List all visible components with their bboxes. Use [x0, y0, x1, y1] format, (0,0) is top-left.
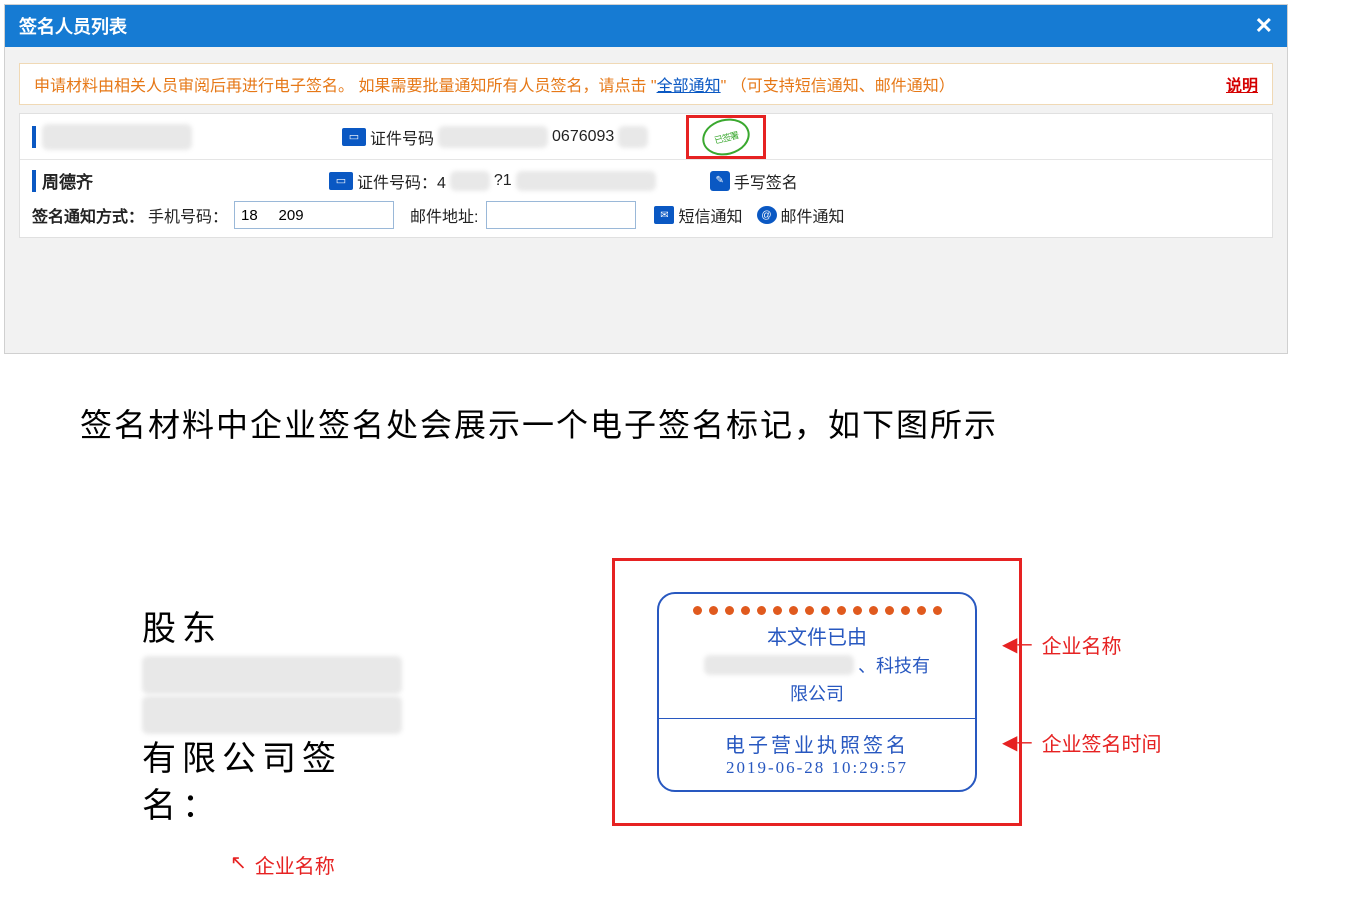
row-indicator — [32, 170, 36, 192]
stamp-bottom: 电子营业执照签名 2019-06-28 10:29:57 — [659, 719, 975, 790]
signed-stamp-highlight: 已签署 — [686, 115, 766, 159]
shareholder-block: 股东 有限公司签 名： — [142, 606, 402, 831]
signer-row: 周德齐 ▭ 证件号码：4 ?1 ✎ 手写签名 — [20, 160, 1272, 237]
row-indicator — [32, 126, 36, 148]
callout-company-name: ◀─ 企业名称 — [1002, 630, 1122, 659]
id-redacted-tail — [618, 126, 648, 148]
shareholder-line: 名： — [142, 783, 402, 831]
id-fragment: ?1 — [494, 172, 512, 190]
notify-label: 签名通知方式： — [32, 203, 144, 227]
signature-list-dialog: 签名人员列表 ✕ 申请材料由相关人员审阅后再进行电子签名。 如果需要批量通知所有… — [4, 4, 1288, 354]
callout-company-name: ↖ 企业名称 — [230, 850, 335, 879]
company-name-redacted — [142, 696, 402, 734]
close-icon[interactable]: ✕ — [1255, 15, 1273, 37]
arrow-icon: ◀─ — [1002, 632, 1032, 657]
id-label: 证件号码 — [370, 125, 434, 149]
mail-icon: @ — [757, 206, 777, 224]
shareholder-line: 股东 — [142, 606, 402, 654]
signer-row: ▭ 证件号码 0676093 已签署 — [20, 114, 1272, 160]
callout-sign-time: ◀─ 企业签名时间 — [1002, 728, 1162, 757]
phone-label: 手机号码： — [148, 203, 228, 227]
stamp-sig-label: 电子营业执照签名 — [659, 729, 975, 758]
id-label: 证件号码：4 — [357, 169, 446, 193]
shareholder-line: 有限公司签 — [142, 736, 402, 784]
hand-sign-icon: ✎ — [710, 171, 730, 191]
signer-name-redacted — [42, 124, 192, 150]
stamp-figure-highlight: 本文件已由 、科技有 限公司 电子营业执照签名 2019-06-28 10:29… — [612, 558, 1022, 826]
callout-label: 企业名称 — [255, 850, 335, 879]
notice-bar: 申请材料由相关人员审阅后再进行电子签名。 如果需要批量通知所有人员签名，请点击 … — [19, 63, 1273, 105]
signed-stamp-icon: 已签署 — [699, 113, 754, 160]
id-redacted — [438, 126, 548, 148]
hand-sign-link[interactable]: 手写签名 — [734, 169, 798, 193]
mail-notify-link[interactable]: 邮件通知 — [781, 203, 845, 227]
id-fragment: 0676093 — [552, 128, 614, 146]
company-suffix: 限公司 — [659, 680, 975, 706]
stamp-heading: 本文件已由 — [659, 621, 975, 650]
company-name-redacted — [704, 655, 854, 675]
arrow-icon: ↖ — [230, 850, 247, 875]
help-link[interactable]: 说明 — [1226, 72, 1258, 96]
phone-input[interactable] — [234, 201, 394, 229]
company-tail: 、科技有 — [858, 652, 930, 678]
sms-notify-link[interactable]: 短信通知 — [678, 203, 742, 227]
notify-all-link[interactable]: 全部通知 — [657, 78, 721, 95]
company-name-redacted — [142, 656, 402, 694]
email-input[interactable] — [486, 201, 636, 229]
description-text: 签名材料中企业签名处会展示一个电子签名标记，如下图所示 — [80, 400, 1310, 446]
id-card-icon: ▭ — [342, 128, 366, 146]
stamp-timestamp: 2019-06-28 10:29:57 — [659, 758, 975, 778]
signer-name: 周德齐 — [42, 168, 93, 193]
sms-icon: ✉ — [654, 206, 674, 224]
dialog-title: 签名人员列表 — [19, 13, 127, 39]
id-redacted-tail — [516, 171, 656, 191]
dialog-header: 签名人员列表 ✕ — [5, 5, 1287, 47]
id-card-icon: ▭ — [329, 172, 353, 190]
e-signature-stamp: 本文件已由 、科技有 限公司 电子营业执照签名 2019-06-28 10:29… — [657, 592, 977, 792]
stamp-dots — [659, 602, 975, 621]
stamp-top: 本文件已由 、科技有 限公司 — [659, 594, 975, 718]
notice-text: 申请材料由相关人员审阅后再进行电子签名。 如果需要批量通知所有人员签名，请点击 … — [34, 72, 955, 96]
arrow-icon: ◀─ — [1002, 730, 1032, 755]
signer-list: ▭ 证件号码 0676093 已签署 周德齐 ▭ 证件号码：4 — [19, 113, 1273, 238]
id-redacted — [450, 171, 490, 191]
email-label: 邮件地址: — [410, 203, 478, 227]
callout-label: 企业名称 — [1042, 630, 1122, 659]
callout-label: 企业签名时间 — [1042, 728, 1162, 757]
